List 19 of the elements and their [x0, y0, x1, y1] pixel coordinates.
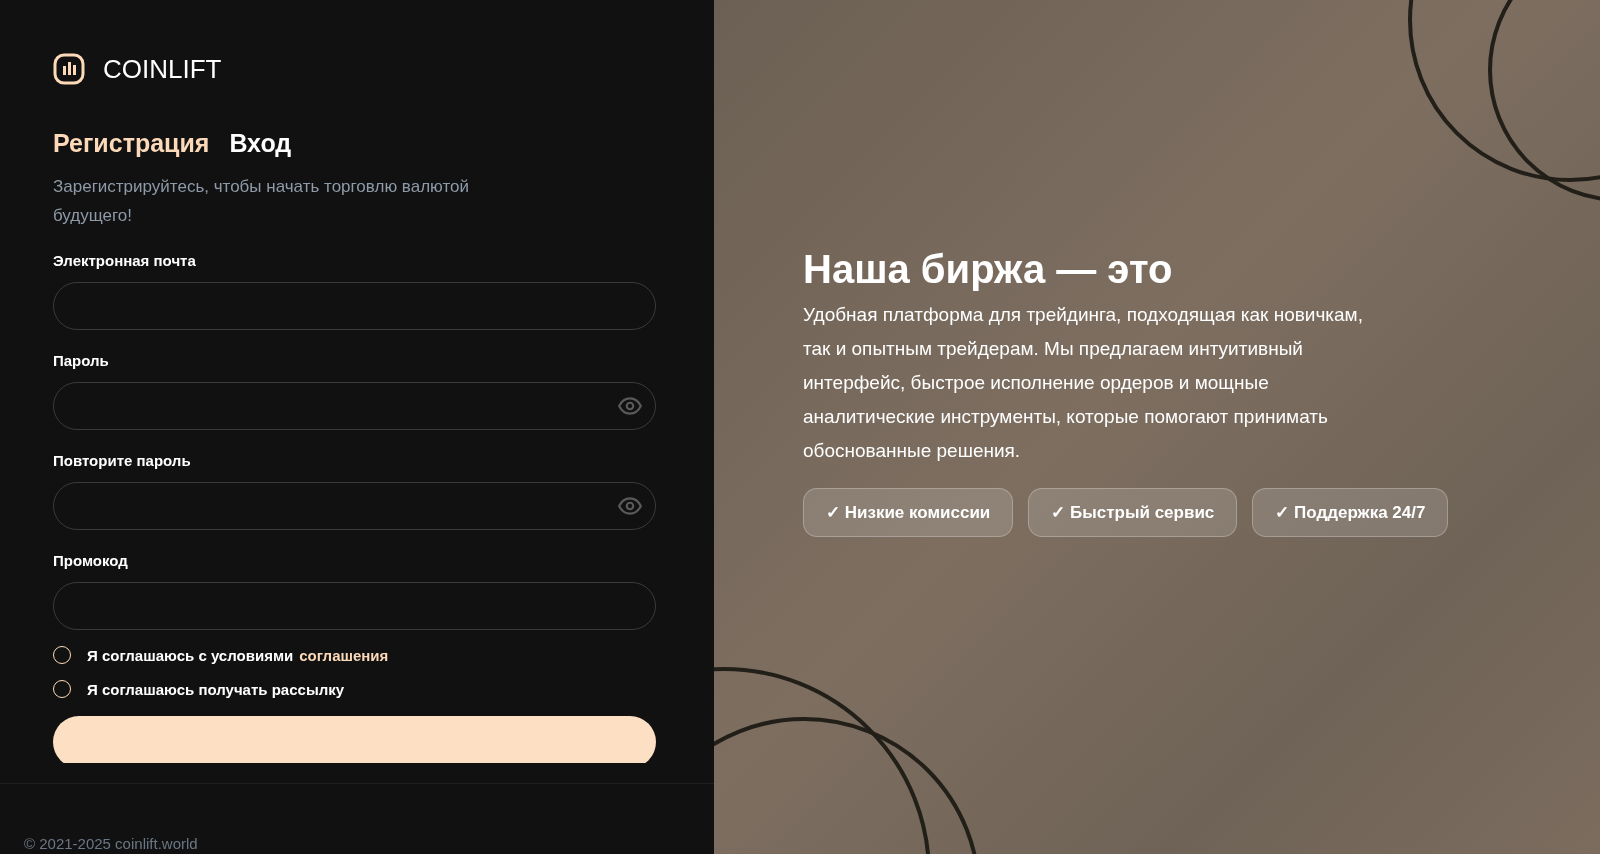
field-label: Пароль — [53, 352, 110, 369]
feature-chip: ✓ Низкие комиссии — [803, 488, 1014, 537]
promo-text: Удобная платформа для трейдинга, подходящая как новичкам, так и опытным трейдерам. Мы предлагаем интуитивный интерфейс, быстрое исполнение ордеров и мощные аналитические инструменты, которые помогают принимать обоснованные решения. — [803, 303, 1364, 463]
feature-chip: ✓ Поддержка 24/7 — [1252, 488, 1449, 537]
subtitle: Зарегистрируйтесь, чтобы начать торговлю валютой будущего! — [53, 176, 470, 227]
agreement-text: Я соглашаюсь получать рассылку — [87, 680, 345, 698]
brand-name: COINLIFT — [103, 53, 222, 85]
feature-chip: ✓ Быстрый сервис — [1028, 488, 1238, 537]
field-label: Электронная почта — [53, 252, 197, 269]
field-label: Повторите пароль — [53, 452, 192, 469]
field-label: Промокод — [53, 552, 129, 569]
tab[interactable]: Регистрация — [53, 129, 210, 158]
promo-title: Наша биржа — это — [803, 247, 1174, 292]
logo-icon — [53, 53, 85, 85]
tab[interactable]: Вход — [229, 129, 292, 158]
copyright-text: © 2021-2025 coinlift.world — [24, 835, 198, 852]
agreement-link[interactable]: соглашения — [299, 646, 389, 664]
agreement-text: Я соглашаюсь с условиями — [87, 646, 294, 664]
submit-button[interactable] — [53, 716, 656, 763]
